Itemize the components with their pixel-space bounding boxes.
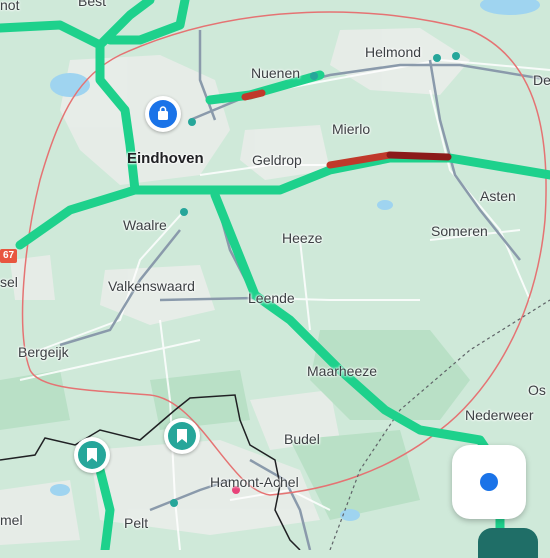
place-label-budel: Budel — [284, 431, 320, 447]
bottom-sheet-edge — [478, 528, 538, 558]
road-shield: 67 — [0, 249, 18, 263]
place-label-not: not — [0, 0, 20, 13]
place-label-hamont-achel: Hamont-Achel — [210, 474, 299, 490]
place-label-sel: sel — [0, 274, 18, 290]
place-label-asten: Asten — [480, 188, 516, 204]
place-label-mel: mel — [0, 512, 23, 528]
bookmark-icon — [168, 422, 196, 450]
my-location-icon — [480, 473, 498, 491]
place-label-de: De — [533, 72, 550, 88]
place-label-os: Os — [528, 382, 546, 398]
place-label-valkenswaard: Valkenswaard — [108, 278, 195, 294]
place-label-mierlo: Mierlo — [332, 121, 371, 137]
shopping-bag-icon — [149, 100, 177, 128]
my-location-button[interactable] — [452, 445, 526, 519]
place-label-maarheeze: Maarheeze — [307, 363, 378, 379]
saved-place-pin-pelt[interactable] — [74, 437, 110, 473]
place-label-helmond: Helmond — [365, 44, 422, 60]
place-label-best: Best — [78, 0, 107, 9]
place-label-heeze: Heeze — [282, 230, 323, 246]
place-label-eindhoven: Eindhoven — [127, 150, 204, 167]
place-label-waalre: Waalre — [123, 217, 167, 233]
place-label-geldrop: Geldrop — [252, 152, 302, 168]
saved-place-pin-lommel[interactable] — [164, 418, 200, 454]
place-label-nuenen: Nuenen — [251, 65, 301, 81]
place-label-leende: Leende — [248, 290, 295, 306]
bookmark-icon — [78, 441, 106, 469]
place-label-pelt: Pelt — [124, 515, 149, 531]
shopping-pin[interactable] — [145, 96, 181, 132]
place-label-bergeijk: Bergeijk — [18, 344, 69, 360]
place-label-nederweert: Nederweer — [465, 407, 534, 423]
place-label-someren: Someren — [431, 223, 488, 239]
